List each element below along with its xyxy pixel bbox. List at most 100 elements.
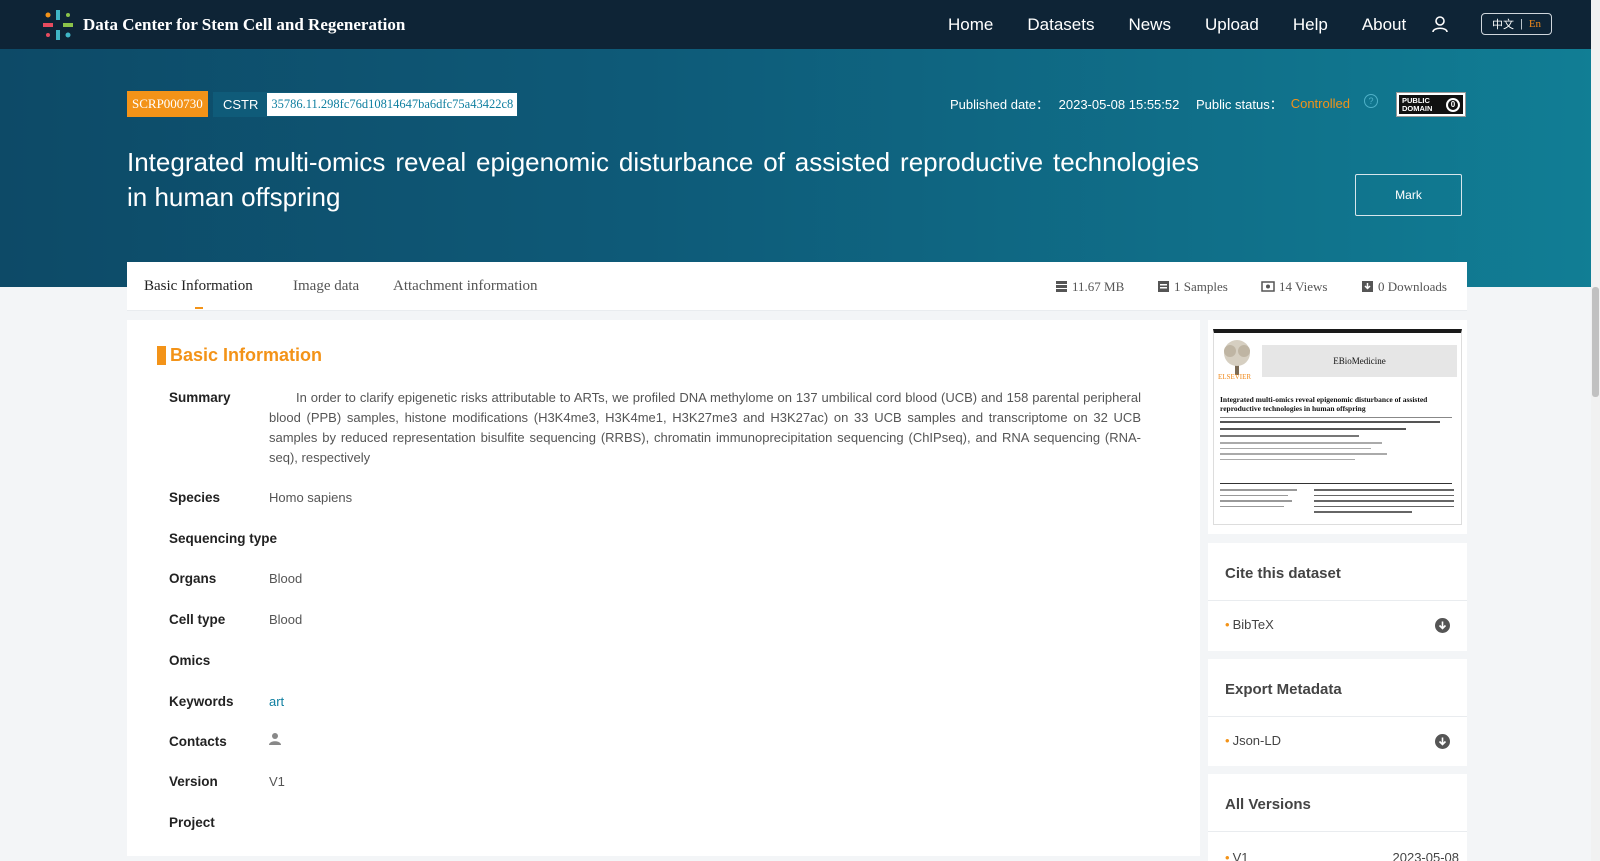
- tab-bar: Basic Information Image data Attachment …: [127, 262, 1467, 311]
- download-count-icon: [1362, 281, 1373, 292]
- section-heading-text: Basic Information: [170, 345, 323, 365]
- dataset-id-badge: SCRP000730: [127, 91, 208, 117]
- journal-name: EBioMedicine: [1262, 345, 1457, 377]
- section-marker: [157, 346, 166, 365]
- version-label: Version: [169, 774, 218, 789]
- abstract-lines: [1314, 489, 1454, 517]
- cell-type-value: Blood: [269, 612, 303, 627]
- tab-basic-information[interactable]: Basic Information: [144, 262, 253, 311]
- contacts-label: Contacts: [169, 734, 227, 749]
- public-status-label: Public status：: [1196, 97, 1283, 112]
- version-item-label: V1: [1232, 850, 1249, 861]
- license-badge: PUBLIC DOMAIN 0: [1399, 95, 1463, 114]
- versions-divider: [1208, 831, 1467, 832]
- cstr-label: CSTR: [214, 93, 268, 116]
- summary-value: In order to clarify epigenetic risks att…: [269, 390, 1141, 465]
- nav-home[interactable]: Home: [948, 15, 993, 35]
- tab-attachment-information[interactable]: Attachment information: [393, 262, 538, 311]
- tab-image-data[interactable]: Image data: [293, 262, 359, 311]
- paper-divider: [1220, 417, 1452, 418]
- nav-datasets[interactable]: Datasets: [1027, 15, 1094, 35]
- language-switch: 中文 | En: [1481, 13, 1552, 35]
- samples-icon: [1158, 281, 1169, 292]
- site-logo-icon: [41, 8, 75, 42]
- published-date: Published date： 2023-05-08 15:55:52: [950, 94, 1179, 113]
- keyword-link[interactable]: art: [269, 694, 284, 709]
- stat-views: 14 Views: [1261, 262, 1327, 311]
- nav-upload[interactable]: Upload: [1205, 15, 1259, 35]
- omics-label: Omics: [169, 653, 211, 668]
- cite-bibtex-label: BibTeX: [1232, 617, 1274, 632]
- versions-title: All Versions: [1225, 796, 1311, 813]
- article-info-lines: [1220, 489, 1305, 511]
- stat-size-value: 11.67 MB: [1072, 278, 1125, 294]
- cite-divider: [1208, 600, 1467, 601]
- cite-bibtex[interactable]: • BibTeX: [1225, 617, 1274, 632]
- lang-en[interactable]: En: [1529, 18, 1541, 30]
- publisher-name: ELSEVIER: [1218, 373, 1252, 381]
- keywords-label: Keywords: [169, 694, 234, 709]
- stat-samples-value: 1 Samples: [1174, 278, 1228, 294]
- all-versions-card: All Versions • V1 2023-05-08: [1208, 774, 1467, 861]
- cite-card: Cite this dataset • BibTeX: [1208, 543, 1467, 651]
- cstr-badge: CSTR 35786.11.298fc76d10814647ba6dfc75a4…: [213, 92, 519, 117]
- sequencing-type-label: Sequencing type: [169, 531, 278, 546]
- organs-value: Blood: [269, 571, 303, 586]
- summary-label: Summary: [169, 390, 231, 405]
- mark-button[interactable]: Mark: [1355, 174, 1462, 216]
- help-icon[interactable]: ?: [1363, 93, 1378, 108]
- cite-title: Cite this dataset: [1225, 565, 1341, 582]
- main-menu: Home Datasets News Upload Help About: [948, 0, 1440, 49]
- export-jsonld[interactable]: • Json-LD: [1225, 733, 1281, 748]
- export-title: Export Metadata: [1225, 681, 1342, 698]
- scrollbar-thumb[interactable]: [1592, 287, 1599, 397]
- nav-news[interactable]: News: [1128, 15, 1171, 35]
- paper-preview-image[interactable]: ELSEVIER EBioMedicine Integrated multi-o…: [1213, 329, 1462, 525]
- published-date-value: 2023-05-08 15:55:52: [1058, 97, 1180, 112]
- lang-cn[interactable]: 中文: [1492, 16, 1514, 32]
- cstr-value[interactable]: 35786.11.298fc76d10814647ba6dfc75a43422c…: [267, 93, 517, 116]
- paper-divider-2: [1220, 483, 1452, 484]
- published-date-label: Published date：: [950, 97, 1050, 112]
- views-icon: [1261, 281, 1275, 292]
- cell-type-label: Cell type: [169, 612, 226, 627]
- version-date: 2023-05-08: [1392, 850, 1460, 861]
- export-jsonld-label: Json-LD: [1232, 733, 1281, 748]
- dataset-title: Integrated multi-omics reveal epigenomic…: [127, 147, 1199, 212]
- stat-size: 11.67 MB: [1055, 262, 1124, 311]
- nav-help[interactable]: Help: [1293, 15, 1328, 35]
- nav-about[interactable]: About: [1362, 15, 1406, 35]
- active-tab-indicator: [195, 307, 203, 309]
- public-domain-license[interactable]: PUBLIC DOMAIN 0: [1396, 92, 1466, 117]
- version-item[interactable]: • V1: [1225, 850, 1248, 861]
- stat-downloads-value: 0 Downloads: [1378, 278, 1447, 294]
- brand-title: Data Center for Stem Cell and Regenerati…: [83, 14, 406, 34]
- stat-samples: 1 Samples: [1157, 262, 1228, 311]
- species-label: Species: [169, 490, 221, 505]
- brand[interactable]: Data Center for Stem Cell and Regenerati…: [41, 8, 405, 42]
- public-status: Public status： Controlled ?: [1196, 93, 1378, 113]
- jsonld-download-icon[interactable]: [1435, 734, 1450, 749]
- license-line-2: DOMAIN: [1402, 103, 1433, 113]
- storage-icon: [1056, 281, 1067, 292]
- page-scrollbar[interactable]: [1591, 0, 1600, 861]
- dataset-header: SCRP000730 CSTR 35786.11.298fc76d1081464…: [0, 49, 1600, 287]
- basic-information-panel: Basic Information Summary In order to cl…: [127, 320, 1200, 856]
- license-text: PUBLIC DOMAIN: [1402, 96, 1433, 113]
- paper-title: Integrated multi-omics reveal epigenomic…: [1220, 395, 1428, 413]
- section-heading: Basic Information: [157, 345, 322, 366]
- stat-downloads: 0 Downloads: [1361, 262, 1447, 311]
- bibtex-download-icon[interactable]: [1435, 618, 1450, 633]
- project-label: Project: [169, 815, 215, 830]
- public-status-value: Controlled: [1290, 96, 1350, 111]
- export-metadata-card: Export Metadata • Json-LD: [1208, 659, 1467, 766]
- organs-label: Organs: [169, 571, 217, 586]
- public-domain-icon: 0: [1446, 97, 1460, 112]
- author-lines: [1220, 421, 1452, 464]
- user-icon[interactable]: [1430, 14, 1450, 34]
- stat-views-value: 14 Views: [1279, 278, 1328, 294]
- contact-person-icon[interactable]: [269, 732, 281, 748]
- export-divider: [1208, 716, 1467, 717]
- version-value: V1: [269, 774, 285, 789]
- species-value: Homo sapiens: [269, 490, 353, 505]
